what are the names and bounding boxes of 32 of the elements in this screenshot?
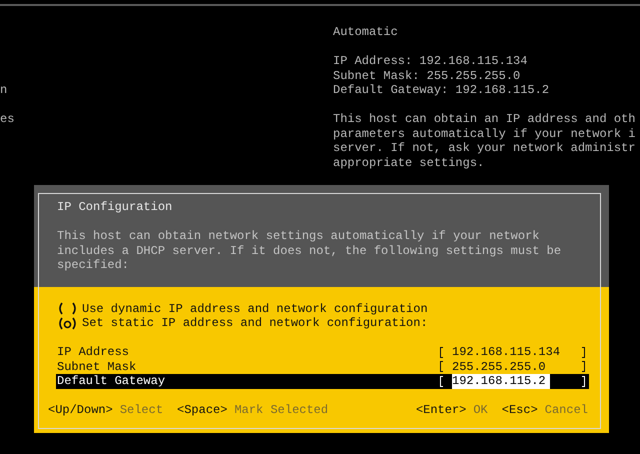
input-field[interactable]: 255.255.255.0 (440, 360, 589, 374)
hint-action: Select (120, 403, 164, 418)
help-text: server. If not, ask your network administr (333, 141, 636, 156)
network-detail: IP Address: 192.168.115.134 (333, 54, 528, 68)
field-row[interactable]: IP Address 192.168.115.134 (56, 345, 589, 360)
key-hint: <Esc> (502, 403, 538, 418)
input-field[interactable]: 192.168.115.134 (440, 345, 589, 360)
field-row[interactable]: Subnet Mask 255.255.255.0 (56, 360, 589, 374)
radio-button[interactable] (57, 316, 78, 330)
hint-action: Mark Selected (234, 403, 328, 418)
field-label: Default Gateway (57, 374, 166, 388)
menu-item-text: n (0, 83, 8, 98)
radio-button[interactable] (57, 302, 78, 316)
option-label: Set static IP address and network configuration: (82, 316, 428, 330)
hint-action: Cancel (544, 403, 588, 418)
network-detail: Subnet Mask: 255.255.255.0 (333, 68, 522, 83)
key-hint: <Space> (177, 403, 228, 418)
menu-item-text: es (0, 112, 16, 126)
dialog-description: This host can obtain network settings automatically if your network includes a DHCP server. If it does not, the following settings must be specified: (57, 229, 562, 272)
help-text: parameters automatically if your network i (333, 126, 636, 141)
key-hint: <Enter> (416, 403, 466, 418)
option-label: Use dynamic IP address and network configuration (82, 302, 428, 316)
key-hint: <Up/Down> (48, 403, 113, 418)
hint-action: OK (473, 403, 488, 418)
field-label: IP Address (57, 345, 130, 360)
help-text: This host can obtain an IP address and oth (333, 112, 636, 126)
field-row[interactable]: Default Gateway 192.168.115.2 (56, 374, 589, 388)
help-text: appropriate settings. (333, 156, 486, 170)
mode-text: Automatic (333, 25, 399, 40)
dialog-title: IP Configuration (57, 200, 174, 214)
field-label: Subnet Mask (57, 360, 136, 374)
network-detail: Default Gateway: 192.168.115.2 (333, 83, 550, 98)
